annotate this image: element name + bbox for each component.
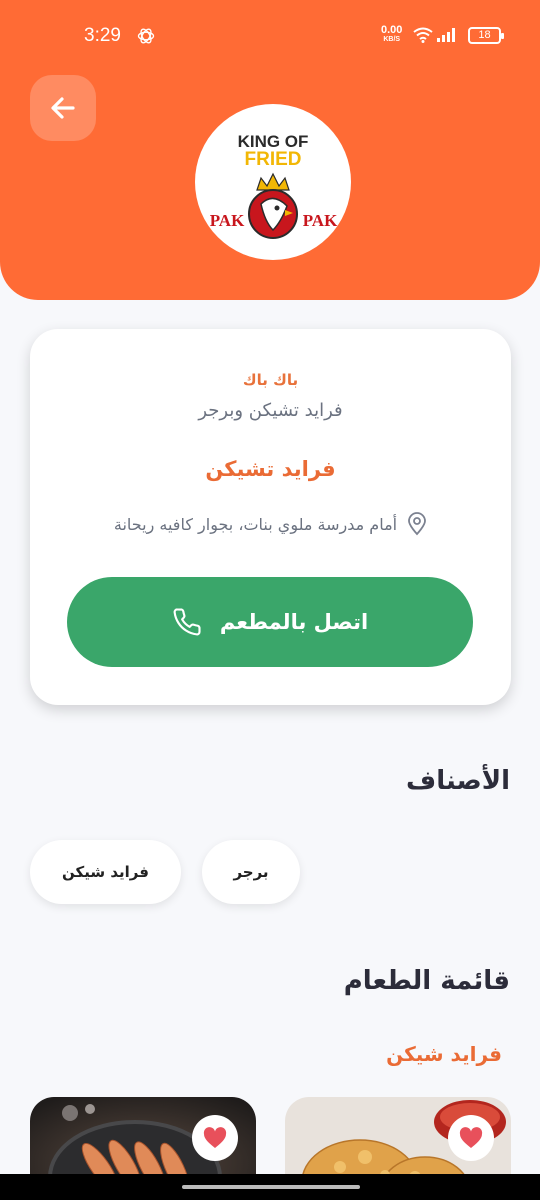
categories-title: الأصناف xyxy=(406,766,510,796)
restaurant-logo: KING OF FRIED PAK PAK xyxy=(195,104,351,260)
call-button-label: اتصل بالمطعم xyxy=(219,610,369,634)
status-bar: 3:29 0.00 KB/S 18 xyxy=(0,0,540,72)
network-speed-unit: KB/S xyxy=(383,36,401,43)
crown-icon xyxy=(256,172,290,191)
restaurant-description: فرايد تشيكن وبرجر xyxy=(198,400,343,421)
category-chip-fried-chicken[interactable]: فرايد شيكن xyxy=(30,840,181,904)
home-gesture-handle[interactable] xyxy=(182,1185,360,1189)
location-pin-icon xyxy=(408,512,427,536)
chatgpt-app-icon xyxy=(137,28,155,44)
network-speed: 0.00 KB/S xyxy=(381,25,402,45)
restaurant-address: أمام مدرسة ملوي بنات، بجوار كافيه ريحانة xyxy=(113,514,398,534)
restaurant-info-card: باك باك فرايد تشيكن وبرجر فرايد تشيكن أم… xyxy=(30,329,511,705)
back-button[interactable] xyxy=(30,75,96,141)
restaurant-name: باك باك xyxy=(242,371,299,389)
signal-icon xyxy=(437,28,455,42)
call-restaurant-button[interactable]: اتصل بالمطعم xyxy=(67,577,473,667)
menu-section-name: فرايد شيكن xyxy=(386,1042,502,1066)
address-row: أمام مدرسة ملوي بنات، بجوار كافيه ريحانة xyxy=(30,512,511,536)
heart-icon xyxy=(459,1127,483,1148)
category-chip-burger[interactable]: برجر xyxy=(202,840,300,904)
favorite-button[interactable] xyxy=(448,1115,494,1161)
heart-icon xyxy=(203,1127,227,1148)
logo-text-pak-right: PAK xyxy=(303,211,338,230)
battery-indicator: 18 xyxy=(468,27,504,44)
phone-icon xyxy=(173,608,201,636)
status-time: 3:29 xyxy=(84,25,121,46)
favorite-button[interactable] xyxy=(192,1115,238,1161)
wifi-icon xyxy=(413,27,433,43)
back-arrow-icon xyxy=(51,97,75,119)
logo-text-pak-left: PAK xyxy=(210,211,245,230)
menu-title: قائمة الطعام xyxy=(343,966,510,996)
system-navigation-bar xyxy=(0,1174,540,1200)
restaurant-type: فرايد تشيكن xyxy=(205,457,336,481)
logo-text-fried: FRIED xyxy=(245,149,302,170)
